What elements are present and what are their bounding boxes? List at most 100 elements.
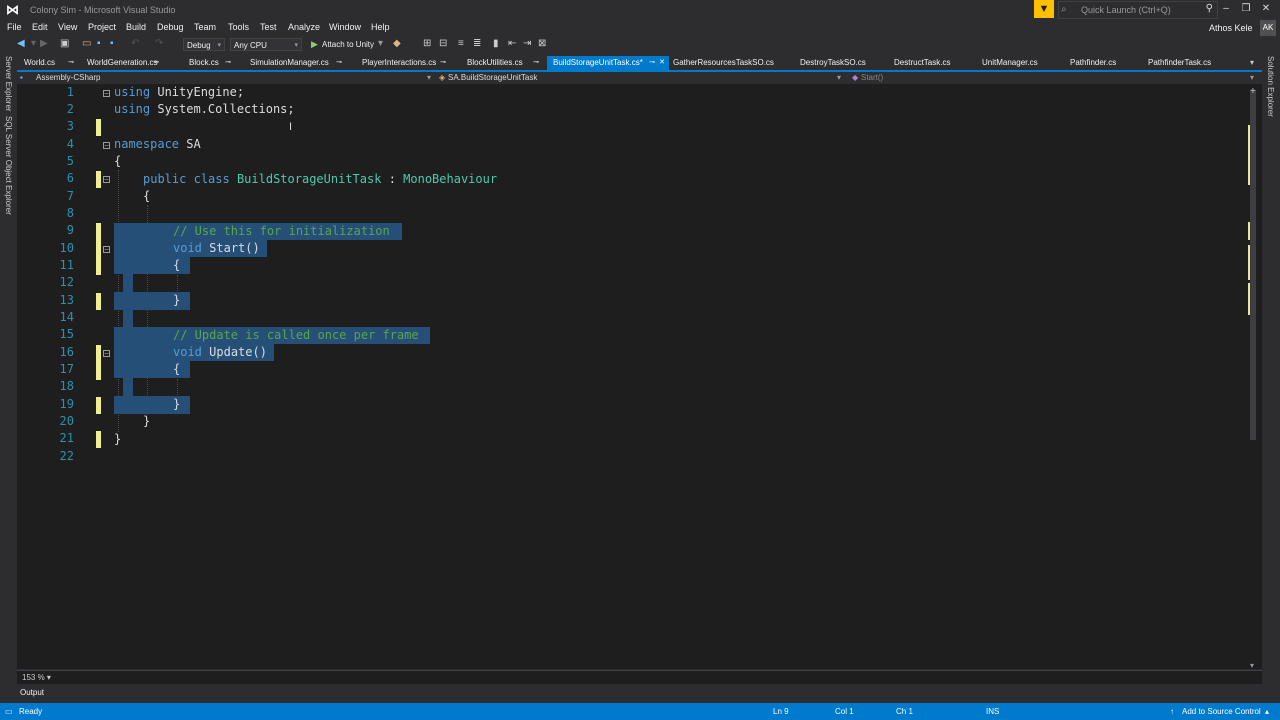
chevron-down-icon[interactable]: ▾ xyxy=(837,73,841,82)
project-dropdown[interactable]: Assembly-CSharp xyxy=(36,73,100,82)
quick-launch-box[interactable]: ⌕ Quick Launch (Ctrl+Q) ⚲ xyxy=(1058,1,1218,19)
open-folder-icon[interactable]: ▭ xyxy=(82,38,91,49)
code-line[interactable]: namespace SA xyxy=(114,136,201,153)
menu-analyze[interactable]: Analyze xyxy=(288,22,320,32)
tab-block[interactable]: Block.cs ⊸ xyxy=(183,56,235,70)
play-icon[interactable]: ▶ xyxy=(311,39,318,50)
pin-icon[interactable]: ⊸ xyxy=(440,56,446,70)
split-editor-icon[interactable]: + xyxy=(1250,86,1256,97)
sql-server-object-explorer-tab[interactable]: SQL Server Object Explorer xyxy=(4,116,13,215)
tab-block-utilities[interactable]: BlockUtilities.cs ⊸ xyxy=(461,56,543,70)
bookmark-toggle-icon[interactable]: ▮ xyxy=(493,38,499,49)
redo-icon[interactable]: ↷ xyxy=(155,38,163,49)
menu-debug[interactable]: Debug xyxy=(157,22,184,32)
clear-bookmarks-icon[interactable]: ⊠ xyxy=(538,38,546,49)
tab-unit-manager[interactable]: UnitManager.cs xyxy=(976,56,1056,70)
attach-to-unity-button[interactable]: Attach to Unity xyxy=(322,40,374,49)
chevron-down-icon[interactable]: ▾ xyxy=(378,38,383,49)
pin-icon[interactable]: ⊸ xyxy=(68,56,74,70)
menu-edit[interactable]: Edit xyxy=(32,22,48,32)
prev-bookmark-icon[interactable]: ⇤ xyxy=(508,38,516,49)
collapse-region-icon[interactable]: − xyxy=(103,90,110,98)
search-icon[interactable]: ⚲ xyxy=(1206,3,1213,14)
pin-icon[interactable]: ⊸ xyxy=(225,56,231,70)
save-all-icon[interactable]: ▪ xyxy=(110,38,114,49)
code-line[interactable]: } xyxy=(114,431,121,448)
scroll-down-icon[interactable]: ▾ xyxy=(1250,661,1254,670)
close-button[interactable]: ✕ xyxy=(1256,2,1276,16)
tab-player-interactions[interactable]: PlayerInteractions.cs ⊸ xyxy=(356,56,450,70)
tab-world[interactable]: World.cs ⊸ xyxy=(18,56,78,70)
forward-icon[interactable]: ▶ xyxy=(40,38,48,49)
code-line[interactable]: } xyxy=(173,396,180,413)
solution-explorer-tab[interactable]: Solution Explorer xyxy=(1266,56,1275,117)
output-tab[interactable]: Output xyxy=(20,688,44,697)
tab-pathfinder[interactable]: Pathfinder.cs xyxy=(1064,56,1136,70)
tab-overflow-icon[interactable]: ▾ xyxy=(1250,58,1254,67)
scrollbar-thumb[interactable] xyxy=(1250,90,1256,440)
tab-build-storage-unit-task[interactable]: BuildStorageUnitTask.cs* ⊸ ✕ xyxy=(547,56,669,70)
menu-team[interactable]: Team xyxy=(194,22,216,32)
menu-window[interactable]: Window xyxy=(329,22,361,32)
code-line[interactable]: // Update is called once per frame xyxy=(173,327,419,344)
tab-gather-resources-task-so[interactable]: GatherResourcesTaskSO.cs xyxy=(667,56,785,70)
maximize-button[interactable]: ❐ xyxy=(1236,2,1256,16)
quick-launch-input[interactable]: Quick Launch (Ctrl+Q) xyxy=(1081,5,1171,15)
code-line[interactable]: { xyxy=(173,257,180,274)
type-dropdown[interactable]: SA.BuildStorageUnitTask xyxy=(448,73,537,82)
tab-destroy-task-so[interactable]: DestroyTaskSO.cs xyxy=(794,56,890,70)
menu-tools[interactable]: Tools xyxy=(228,22,249,32)
uncomment-icon[interactable]: ≣ xyxy=(473,38,481,49)
close-icon[interactable]: ✕ xyxy=(659,56,665,70)
avatar[interactable]: AK xyxy=(1260,20,1276,36)
menu-build[interactable]: Build xyxy=(126,22,146,32)
menu-help[interactable]: Help xyxy=(371,22,390,32)
chevron-down-icon[interactable]: ▾ xyxy=(31,38,36,49)
format-icon[interactable]: ⊞ xyxy=(423,38,431,49)
member-dropdown[interactable]: Start() xyxy=(861,73,883,82)
code-line[interactable]: void Start() xyxy=(173,240,260,257)
new-project-icon[interactable]: ▣ xyxy=(60,38,69,49)
save-icon[interactable]: ▪ xyxy=(97,38,101,49)
undo-icon[interactable]: ↶ xyxy=(131,38,139,49)
back-icon[interactable]: ◀ xyxy=(17,38,25,49)
next-bookmark-icon[interactable]: ⇥ xyxy=(523,38,531,49)
chevron-up-icon[interactable]: ▴ xyxy=(1265,707,1269,716)
tab-world-generation[interactable]: WorldGeneration.cs ⊸ xyxy=(81,56,163,70)
code-line[interactable]: void Update() xyxy=(173,344,267,361)
menu-project[interactable]: Project xyxy=(88,22,116,32)
chevron-down-icon[interactable]: ▾ xyxy=(1250,73,1254,82)
tab-pathfinder-task[interactable]: PathfinderTask.cs xyxy=(1142,56,1234,70)
pin-icon[interactable]: ⊸ xyxy=(533,56,539,70)
code-line[interactable]: { xyxy=(114,153,121,170)
visual-studio-logo-icon[interactable]: ⋈ xyxy=(6,3,20,17)
code-line[interactable]: { xyxy=(143,188,150,205)
code-line[interactable]: using UnityEngine; xyxy=(114,84,244,101)
code-line[interactable]: public class BuildStorageUnitTask : Mono… xyxy=(143,171,497,188)
zoom-level-select[interactable]: 153 % ▾ xyxy=(22,673,51,682)
comment-icon[interactable]: ≡ xyxy=(458,38,464,49)
pin-icon[interactable]: ⊸ xyxy=(336,56,342,70)
code-line[interactable]: using System.Collections; xyxy=(114,101,295,118)
notification-filter-icon[interactable]: ▼ xyxy=(1034,0,1054,18)
tab-simulation-manager[interactable]: SimulationManager.cs ⊸ xyxy=(244,56,346,70)
minimize-button[interactable]: – xyxy=(1216,2,1236,16)
platform-select[interactable]: Any CPU ▾ xyxy=(230,38,302,51)
tab-destruct-task[interactable]: DestructTask.cs xyxy=(888,56,972,70)
code-line[interactable]: // Use this for initialization xyxy=(173,223,390,240)
collapse-region-icon[interactable]: − xyxy=(103,350,110,358)
code-line[interactable]: } xyxy=(143,413,150,430)
server-explorer-tab[interactable]: Server Explorer xyxy=(4,56,13,112)
configuration-select[interactable]: Debug ▾ xyxy=(183,38,225,51)
source-control-icon[interactable]: ↑ xyxy=(1170,707,1174,716)
bookmark-icon[interactable]: ⊟ xyxy=(439,38,447,49)
menu-test[interactable]: Test xyxy=(260,22,277,32)
chevron-down-icon[interactable]: ▾ xyxy=(427,73,431,82)
collapse-region-icon[interactable]: − xyxy=(103,246,110,254)
menu-file[interactable]: File xyxy=(7,22,22,32)
collapse-region-icon[interactable]: − xyxy=(103,142,110,150)
menu-view[interactable]: View xyxy=(58,22,77,32)
pin-icon[interactable]: ⊸ xyxy=(153,56,159,70)
code-line[interactable]: { xyxy=(173,361,180,378)
code-line[interactable]: } xyxy=(173,292,180,309)
